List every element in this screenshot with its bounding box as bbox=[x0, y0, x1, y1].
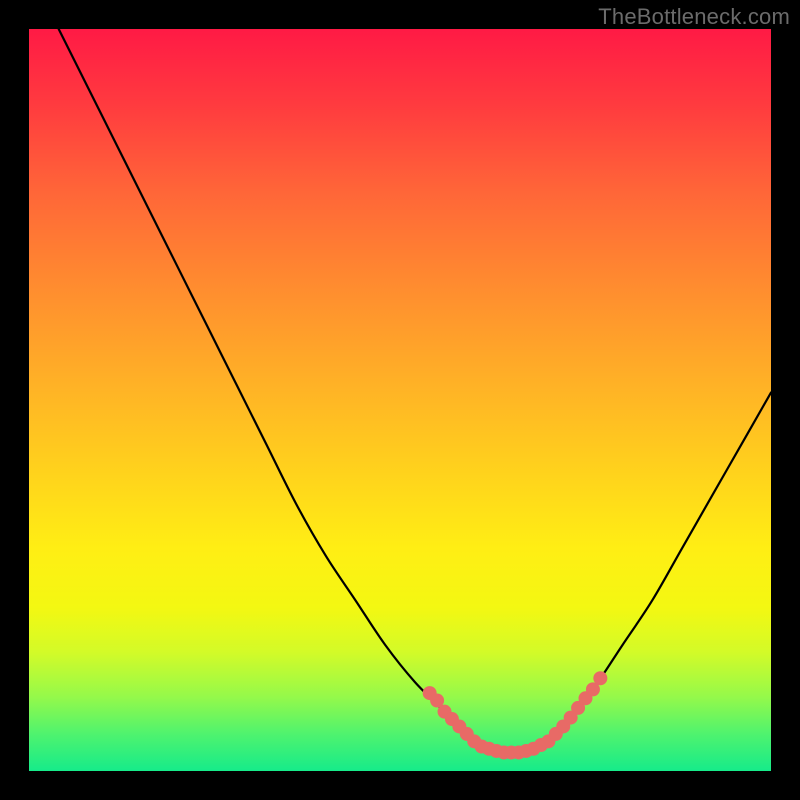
chart-svg bbox=[29, 29, 771, 771]
plot-area bbox=[29, 29, 771, 771]
overlay-dot bbox=[593, 671, 607, 685]
chart-frame: TheBottleneck.com bbox=[0, 0, 800, 800]
bottleneck-curve bbox=[59, 29, 771, 753]
overlay-dots bbox=[423, 671, 608, 759]
watermark-text: TheBottleneck.com bbox=[598, 4, 790, 30]
